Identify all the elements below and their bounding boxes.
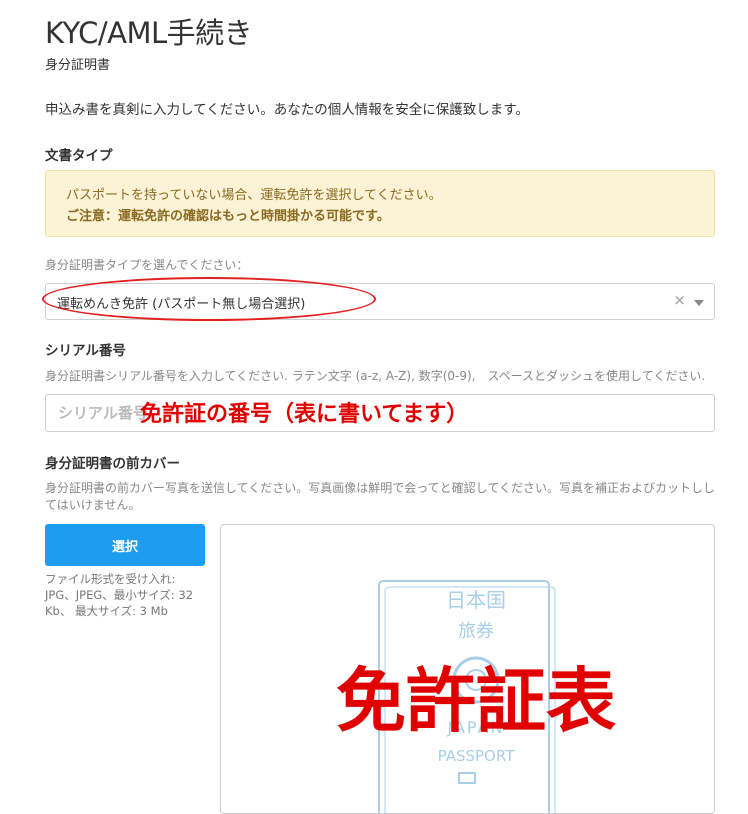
front-cover-label: 身分証明書の前カバー — [45, 456, 180, 472]
front-cover-hint-line-2: てはいけません。 — [45, 498, 141, 512]
passport-top-text: 日本国 — [446, 588, 506, 612]
front-cover-preview: 日本国 旅券 JAPAN PASSPORT 免許証表 — [220, 524, 715, 814]
clear-icon[interactable]: × — [673, 291, 686, 309]
image-annotation: 免許証表 — [336, 659, 616, 742]
front-cover-hint-line-1: 身分証明書の前カバー写真を送信してください。写真画像は鮮明で会ってと確認してくだ… — [45, 481, 715, 495]
document-type-select-hint: 身分証明書タイプを選んでください： — [45, 258, 249, 272]
serial-number-hint: 身分証明書シリアル番号を入力してください. ラテン文字 (a-z, A-Z), … — [45, 369, 706, 383]
chevron-down-icon[interactable] — [694, 300, 704, 306]
passport-image: 日本国 旅券 JAPAN PASSPORT 免許証表 — [336, 580, 616, 813]
file-info-line-2: JPG、JPEG、最小サイズ: 32 — [45, 588, 194, 602]
file-info-line-1: ファイル形式を受け入れ: — [45, 572, 176, 586]
file-format-info: ファイル形式を受け入れ: JPG、JPEG、最小サイズ: 32 Kb、 最大サイ… — [45, 571, 215, 619]
select-file-button[interactable]: 選択 — [45, 524, 205, 566]
notice-line-1: パスポートを持っていない場合、運転免許を選択してください。 — [66, 188, 442, 203]
passport-mid-text: 旅券 — [458, 621, 494, 642]
notice-line-2: ご注意：運転免許の確認はもっと時間掛かる可能です。 — [66, 209, 390, 224]
serial-annotation: 免許証の番号（表に書いてます） — [140, 401, 469, 427]
document-type-label: 文書タイプ — [45, 148, 113, 164]
front-cover-hint: 身分証明書の前カバー写真を送信してください。写真画像は鮮明で会ってと確認してくだ… — [45, 480, 725, 514]
document-type-notice: パスポートを持っていない場合、運転免許を選択してください。 ご注意：運転免許の確… — [45, 170, 715, 237]
page-title: KYC/AML手続き — [45, 16, 253, 50]
intro-text: 申込み書を真剣に入力してください。あなたの個人情報を安全に保護致します。 — [45, 102, 529, 118]
page-subtitle: 身分証明書 — [45, 58, 111, 73]
file-info-line-3: Kb、 最大サイズ: 3 Mb — [45, 604, 168, 618]
passport-label: PASSPORT — [438, 747, 516, 765]
serial-number-label: シリアル番号 — [45, 343, 126, 359]
annotation-ellipse — [42, 277, 376, 321]
